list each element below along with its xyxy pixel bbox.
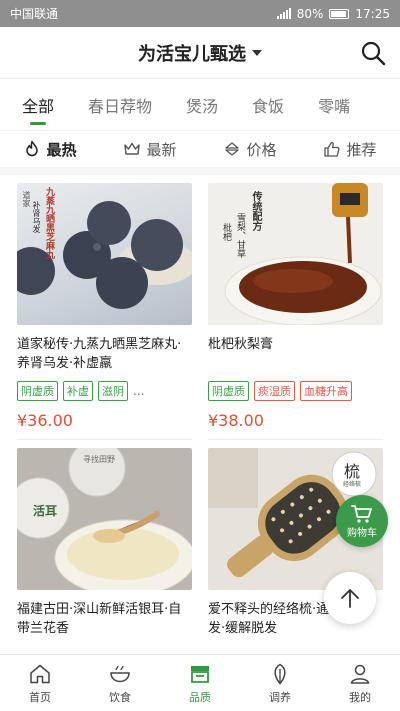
tab-soup[interactable]: 煲汤 — [186, 79, 218, 130]
caret-down-icon — [252, 49, 262, 56]
product-name: 枇杷秋梨膏 — [208, 337, 274, 352]
cart-label: 购物车 — [347, 527, 377, 539]
tab-quality[interactable]: 品质 — [160, 655, 240, 711]
tag: 血糖升高 — [300, 381, 352, 401]
clock: 17:25 — [355, 6, 390, 21]
product-image-loquat-syrup: 传统配方 雪梨、甘草 枇杷 — [208, 183, 383, 325]
battery-percent: 80% — [296, 6, 324, 21]
home-icon — [30, 664, 50, 683]
image-caption: 九蒸九晒黑芝麻丸 — [44, 187, 54, 259]
signal-icon — [276, 8, 291, 19]
product-tags: 阴虚质 补虚 滋阴 ... — [17, 381, 192, 401]
product-image-white-fungus: 活耳 寻找田野 — [17, 448, 192, 590]
tag: 滋阴 — [98, 381, 128, 401]
product-card[interactable]: 九蒸九晒黑芝麻丸 补肾乌发 道家 道家秘传·九蒸九晒黑芝麻丸·养肾乌发·补虚羸 … — [17, 175, 192, 440]
tab-label: 调养 — [269, 690, 291, 704]
tab-label: 饮食 — [109, 690, 131, 704]
image-caption: 补肾乌发 — [32, 201, 41, 233]
product-name: 福建古田·深山新鲜活银耳·自带兰花香 — [17, 602, 182, 636]
status-bar: 中国联通 80% 17:25 — [0, 0, 400, 27]
back-to-top-button[interactable] — [324, 572, 376, 624]
sort-recommended[interactable]: 推荐 — [323, 139, 377, 160]
image-caption: 枇杷 — [221, 223, 231, 241]
image-caption: 道家 — [22, 191, 31, 207]
battery-icon — [329, 8, 350, 19]
leaf-icon — [274, 663, 286, 685]
search-icon[interactable] — [360, 40, 386, 66]
header: 为活宝儿甄选 — [0, 27, 400, 79]
tab-all[interactable]: 全部 — [22, 79, 54, 130]
tab-label: 我的 — [349, 690, 371, 704]
cart-button[interactable]: 购物车 — [336, 495, 388, 547]
crown-icon — [124, 142, 141, 155]
tab-meals[interactable]: 食饭 — [252, 79, 284, 130]
sort-label: 推荐 — [346, 140, 377, 159]
tag: 痰湿质 — [254, 381, 295, 401]
image-caption: 活耳 — [33, 504, 58, 518]
thumbs-up-icon — [324, 141, 340, 157]
product-card[interactable]: 传统配方 雪梨、甘草 枇杷 枇杷秋梨膏 阴虚质 痰湿质 血糖升高 ¥38.00 — [208, 175, 383, 440]
tab-home[interactable]: 首页 — [0, 655, 80, 711]
shop-icon — [191, 665, 209, 683]
tag: 阴虚质 — [208, 381, 249, 401]
sort-label: 价格 — [246, 140, 277, 159]
page-title: 为活宝儿甄选 — [138, 43, 246, 65]
arrow-up-icon — [341, 589, 359, 608]
product-grid: 九蒸九晒黑芝麻丸 补肾乌发 道家 道家秘传·九蒸九晒黑芝麻丸·养肾乌发·补虚羸 … — [0, 175, 400, 705]
tag: 阴虚质 — [17, 381, 58, 401]
carrier-label: 中国联通 — [10, 7, 59, 21]
white-fungus-illustration — [17, 448, 192, 590]
sort-label: 最新 — [146, 140, 177, 159]
product-tags: 阴虚质 痰湿质 血糖升高 — [208, 381, 383, 401]
sort-price[interactable]: 价格 — [223, 139, 277, 160]
tab-profile[interactable]: 我的 — [320, 655, 400, 711]
sort-hottest[interactable]: 最热 — [23, 139, 77, 160]
sort-bar: 最热 最新 价格 推荐 — [0, 131, 400, 175]
price-sort-icon — [225, 142, 240, 156]
product-image-sesame-balls: 九蒸九晒黑芝麻丸 补肾乌发 道家 — [17, 183, 192, 325]
tab-diet[interactable]: 饮食 — [80, 655, 160, 711]
image-caption: 经络梳 — [343, 481, 362, 488]
image-caption: 寻找田野 — [83, 455, 115, 464]
category-tabs: 全部 春日荐物 煲汤 食饭 零嘴 — [0, 79, 400, 131]
bottom-tab-bar: 首页 饮食 品质 调养 我的 — [0, 654, 400, 711]
product-price: ¥36.00 — [17, 411, 73, 430]
user-icon — [350, 664, 370, 684]
product-name: 道家秘传·九蒸九晒黑芝麻丸·养肾乌发·补虚羸 — [17, 337, 182, 371]
store-selector[interactable]: 为活宝儿甄选 — [138, 40, 262, 66]
image-caption: 雪梨、甘草 — [235, 213, 245, 258]
tab-spring-picks[interactable]: 春日荐物 — [88, 79, 152, 130]
tab-label: 首页 — [29, 690, 51, 704]
product-price: ¥38.00 — [208, 411, 264, 430]
sort-newest[interactable]: 最新 — [123, 139, 177, 160]
tab-label: 品质 — [189, 690, 211, 704]
more-tags: ... — [133, 384, 145, 398]
bowl-icon — [110, 665, 130, 682]
tag: 补虚 — [63, 381, 93, 401]
tab-snacks[interactable]: 零嘴 — [318, 79, 350, 130]
cart-icon — [351, 504, 372, 523]
sort-label: 最热 — [46, 140, 77, 159]
flame-icon — [26, 140, 39, 157]
image-caption: 传统配方 — [250, 191, 261, 231]
tab-care[interactable]: 调养 — [240, 655, 320, 711]
